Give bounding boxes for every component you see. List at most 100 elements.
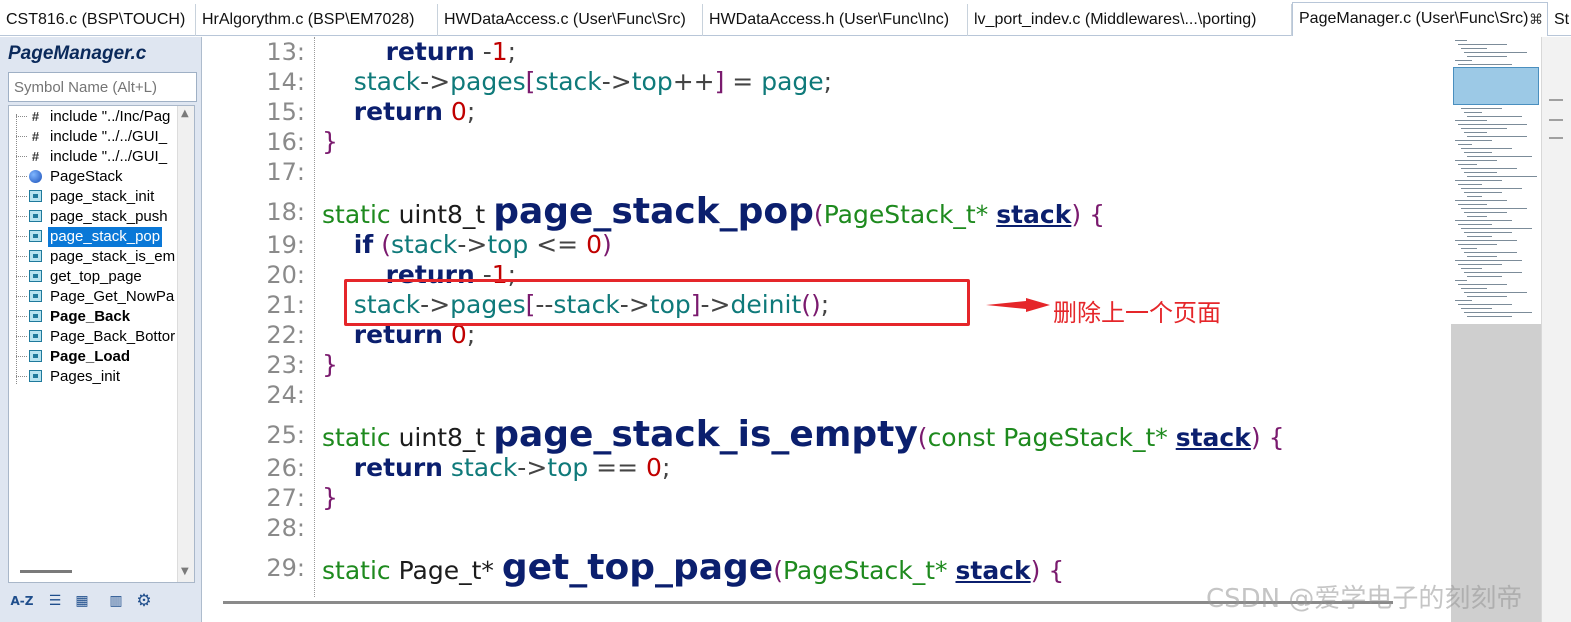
minimap-code-line: [1458, 244, 1497, 245]
include-hash-icon: #: [31, 129, 40, 144]
minimap-code-line: [1467, 176, 1537, 177]
code-line: 23:}: [203, 350, 1451, 380]
tab-lv-port-indev[interactable]: lv_port_indev.c (Middlewares\...\porting…: [968, 4, 1292, 36]
list-view-icon[interactable]: ☰: [43, 589, 67, 613]
line-number: 23:: [266, 351, 305, 379]
tab-pagemanager[interactable]: PageManager.c (User\Func\Src) ⌘: [1292, 2, 1548, 36]
minimap-code-line: [1461, 128, 1507, 129]
symbol-search-input[interactable]: [8, 72, 197, 102]
scroll-marker: [1549, 99, 1563, 101]
code-token: stack: [450, 453, 518, 482]
minimap-code-line: [1467, 136, 1527, 137]
code-token: stack: [1175, 423, 1251, 452]
line-number: 14:: [266, 68, 305, 96]
tab-hralgorythm[interactable]: HrAlgorythm.c (BSP\EM7028): [196, 4, 438, 36]
line-number: 26:: [266, 454, 305, 482]
minimap-code-line: [1458, 304, 1512, 305]
minimap-code-line: [1467, 156, 1532, 157]
minimap-code-line: [1464, 212, 1507, 213]
sort-alpha-icon[interactable]: A-Z: [10, 589, 34, 613]
tab-hwdataaccess-h[interactable]: HWDataAccess.h (User\Func\Inc): [703, 4, 968, 36]
code-token: static: [322, 556, 391, 585]
code-token: top: [631, 67, 673, 96]
minimap-code-line: [1455, 40, 1467, 41]
tree-connector: [16, 136, 27, 137]
symbol-tree-item[interactable]: # include "../Inc/Pag: [9, 107, 177, 127]
minimap-code-line: [1458, 124, 1527, 125]
code-token: ;: [823, 67, 833, 96]
code-text: if (stack->top <= 0): [322, 230, 612, 260]
minimap-code-line: [1461, 148, 1512, 149]
symbol-tree-item[interactable]: page_stack_init: [9, 187, 177, 207]
minimap-code-line: [1467, 116, 1522, 117]
book-icon[interactable]: ▥: [104, 589, 128, 613]
scroll-down-icon[interactable]: ▼: [181, 566, 189, 577]
tab-overflow[interactable]: St: [1548, 4, 1571, 36]
minimap-code-line: [1455, 220, 1512, 221]
file-tab-bar: CST816.c (BSP\TOUCH) HrAlgorythm.c (BSP\…: [0, 0, 1571, 36]
code-token: ->: [420, 67, 451, 96]
minimap-code-line: [1464, 252, 1517, 253]
minimap-code-line: [1464, 292, 1527, 293]
code-token: ++: [672, 67, 715, 96]
close-tab-icon[interactable]: ⌘: [1529, 3, 1543, 35]
scroll-up-icon[interactable]: ▲: [181, 108, 189, 119]
code-token: =: [724, 67, 762, 96]
code-text: static Page_t* get_top_page(PageStack_t*…: [322, 550, 1064, 586]
symbol-tree-item[interactable]: Page_Back: [9, 307, 177, 327]
minimap-viewport[interactable]: [1453, 67, 1539, 105]
symbol-tree-item[interactable]: # include "../../GUI_: [9, 147, 177, 167]
code-line: 27:}: [203, 483, 1451, 513]
annotation-text: 删除上一个页面: [1053, 299, 1221, 327]
code-line: 13: return -1;: [203, 37, 1451, 67]
tree-vertical-scrollbar[interactable]: ▲ ▼: [177, 106, 194, 582]
symbol-tree-item[interactable]: page_stack_is_em: [9, 247, 177, 267]
tree-horizontal-scrollbar[interactable]: [20, 570, 72, 573]
minimap-code-line: [1455, 260, 1522, 261]
minimap-code-line: [1464, 52, 1527, 53]
minimap-scrollbar[interactable]: [1541, 37, 1571, 622]
line-number: 15:: [266, 98, 305, 126]
minimap-code-line: [1458, 44, 1507, 45]
minimap-code-line: [1467, 196, 1482, 197]
tab-hwdataaccess-c[interactable]: HWDataAccess.c (User\Func\Src): [438, 4, 703, 36]
minimap-code-line: [1458, 184, 1482, 185]
symbol-tree-item[interactable]: PageStack: [9, 167, 177, 187]
symbol-tree-item[interactable]: Page_Get_NowPa: [9, 287, 177, 307]
tab-label: HWDataAccess.h (User\Func\Inc): [709, 11, 950, 28]
tree-connector: [16, 276, 27, 277]
code-minimap[interactable]: [1451, 37, 1541, 622]
settings-gear-icon[interactable]: ⚙: [132, 589, 156, 613]
code-token: top: [547, 453, 589, 482]
code-token: page_stack_pop: [493, 191, 814, 232]
line-number: 20:: [266, 261, 305, 289]
code-token: return: [353, 453, 443, 482]
annotation-arrow-icon: [986, 298, 1050, 312]
symbol-tree-item[interactable]: Pages_init: [9, 367, 177, 387]
tab-label: CST816.c (BSP\TOUCH): [6, 11, 186, 28]
code-line: 25: static uint8_t page_stack_is_empty(co…: [203, 417, 1451, 453]
symbol-tree-item[interactable]: Page_Back_Bottor: [9, 327, 177, 347]
code-text: }: [322, 483, 338, 513]
minimap-code-line: [1458, 164, 1477, 165]
code-editor[interactable]: 13: return -1; 14: stack->pages[stack->to…: [203, 37, 1451, 622]
scroll-marker: [1549, 137, 1563, 139]
minimap-code-line: [1464, 132, 1487, 133]
minimap-code-line: [1464, 192, 1502, 193]
symbol-tree-item[interactable]: get_top_page: [9, 267, 177, 287]
tab-cst816[interactable]: CST816.c (BSP\TOUCH): [0, 4, 196, 36]
symbol-tree-item[interactable]: page_stack_pop: [9, 227, 177, 247]
minimap-code-line: [1458, 224, 1492, 225]
category-view-icon[interactable]: ▦: [70, 589, 94, 613]
symbol-tree-item[interactable]: page_stack_push: [9, 207, 177, 227]
minimap-code-line: [1461, 308, 1492, 309]
symbol-tree-item[interactable]: Page_Load: [9, 347, 177, 367]
minimap-code-line: [1464, 112, 1482, 113]
symbol-tree-item[interactable]: # include "../../GUI_: [9, 127, 177, 147]
code-token: stack: [996, 200, 1072, 229]
code-token: static: [322, 200, 391, 229]
symbol-tree-item-label: PageStack: [50, 168, 123, 185]
